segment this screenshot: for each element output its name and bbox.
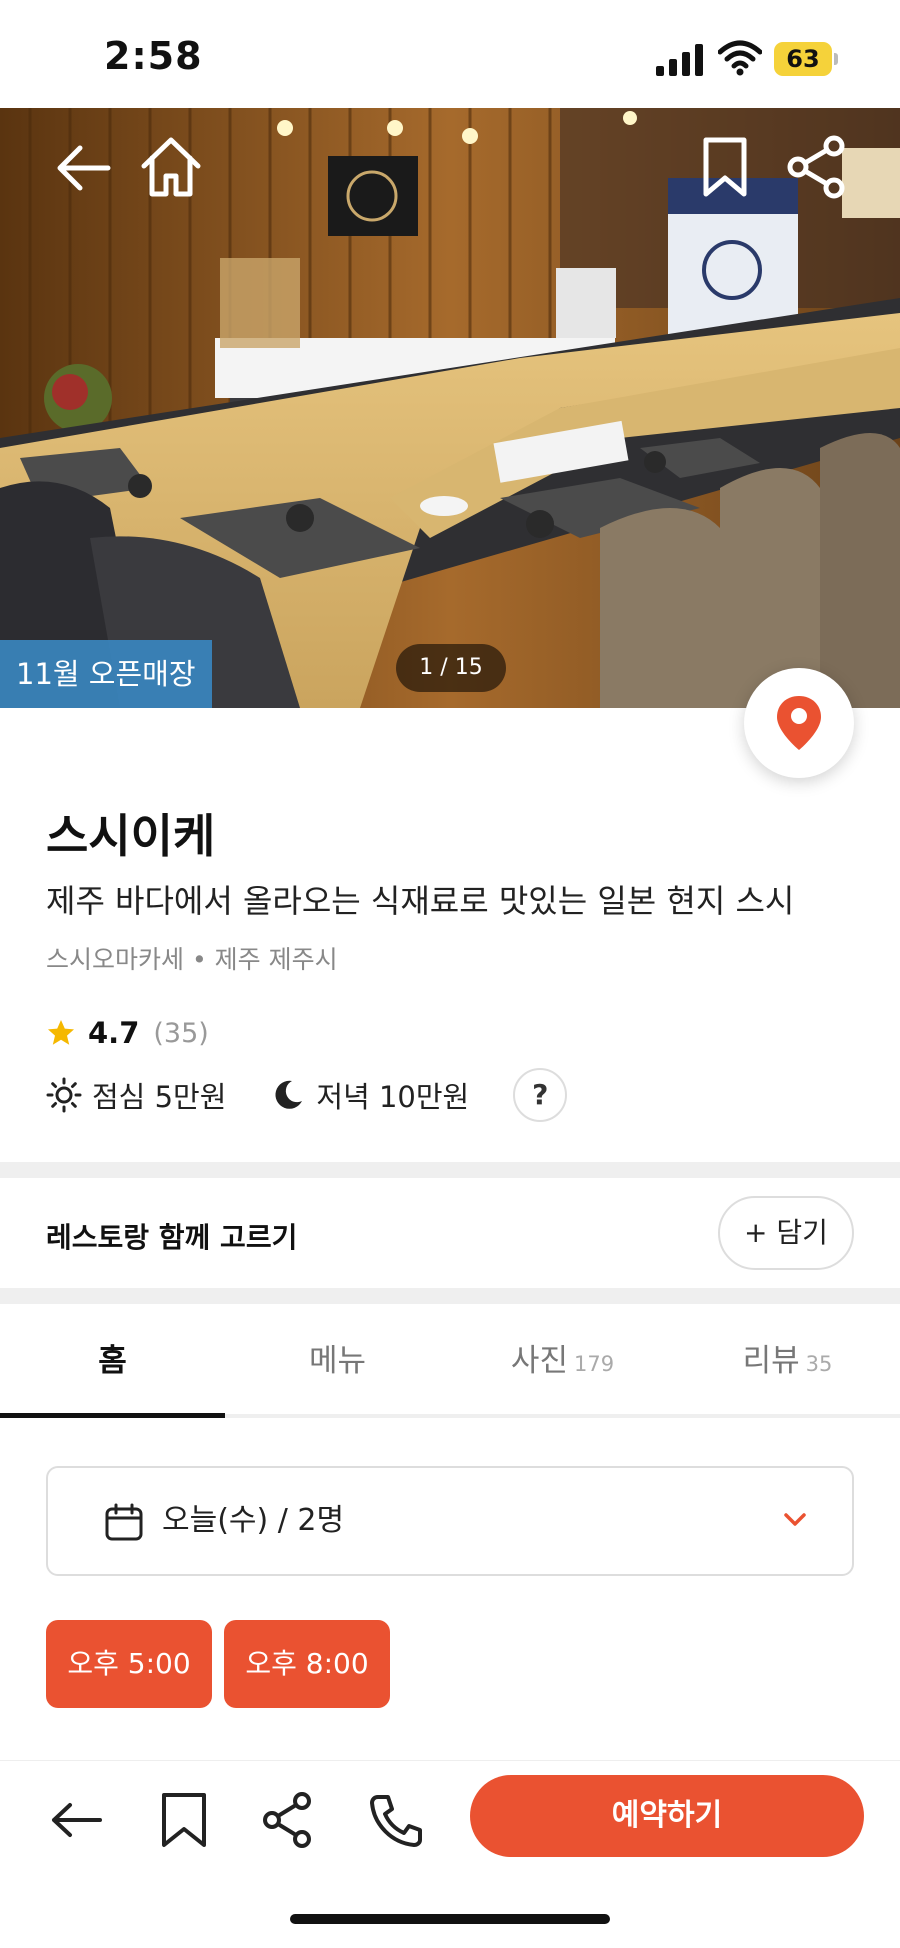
- tab-count: 179: [573, 1352, 615, 1376]
- photo-counter: 1 / 15: [396, 644, 506, 692]
- tab-photos[interactable]: 사진 179: [450, 1304, 675, 1418]
- hero-photo-carousel[interactable]: 11월 오픈매장 1 / 15: [0, 108, 900, 708]
- bookmark-button[interactable]: [156, 1791, 212, 1849]
- bookmark-icon: [162, 1793, 206, 1847]
- dinner-price: 저녁 10만원: [270, 1074, 469, 1116]
- reserve-button[interactable]: 예약하기: [470, 1775, 864, 1857]
- status-time: 2:58: [104, 34, 203, 78]
- back-arrow-icon: [57, 145, 111, 191]
- battery-level: 63: [786, 45, 820, 73]
- tab-home[interactable]: 홈: [0, 1304, 225, 1418]
- compare-section: 레스토랑 함께 고르기 + 담기: [0, 1178, 900, 1288]
- cellular-signal-icon: [656, 44, 703, 76]
- time-slot-button[interactable]: 오후 5:00: [46, 1620, 212, 1708]
- wifi-icon: [718, 40, 762, 76]
- back-button[interactable]: [48, 132, 118, 202]
- price-row: 점심 5만원 저녁 10만원 ?: [46, 1068, 568, 1122]
- tab-label: 홈: [98, 1343, 127, 1379]
- chevron-down-icon: [784, 1513, 806, 1526]
- rating-score: 4.7: [88, 1016, 140, 1050]
- tab-reviews[interactable]: 리뷰 35: [675, 1304, 900, 1418]
- price-help-button[interactable]: ?: [513, 1068, 568, 1122]
- add-to-compare-button[interactable]: + 담기: [718, 1196, 854, 1270]
- status-bar: 2:58 63: [0, 0, 900, 108]
- tab-label: 메뉴: [308, 1343, 367, 1379]
- time-slot-button[interactable]: 오후 8:00: [224, 1620, 390, 1708]
- share-icon: [263, 1792, 311, 1848]
- tab-bar: 홈 메뉴 사진 179 리뷰 35: [0, 1304, 900, 1418]
- restaurant-description: 제주 바다에서 올라오는 식재료로 맛있는 일본 현지 스시: [46, 882, 795, 920]
- share-button[interactable]: [260, 1791, 316, 1849]
- calendar-icon: [105, 1503, 143, 1541]
- map-pin-icon: [777, 696, 821, 750]
- restaurant-category-location: 스시오마카세 • 제주 제주시: [46, 945, 338, 974]
- section-divider: [0, 1162, 900, 1178]
- moon-icon: [275, 1080, 303, 1109]
- compare-label: 레스토랑 함께 고르기: [46, 1221, 298, 1254]
- rating-count: (35): [153, 1017, 209, 1049]
- tab-label: 사진: [510, 1343, 568, 1379]
- lunch-price: 점심 5만원: [46, 1074, 226, 1116]
- share-button[interactable]: [782, 132, 852, 202]
- dinner-price-text: 저녁 10만원: [316, 1080, 470, 1114]
- lunch-price-text: 점심 5만원: [92, 1080, 227, 1114]
- tab-label: 리뷰: [742, 1343, 800, 1379]
- bookmark-button[interactable]: [690, 132, 760, 202]
- rating-row[interactable]: 4.7 (35): [46, 1016, 209, 1050]
- back-button[interactable]: [48, 1791, 104, 1849]
- restaurant-name: 스시이케: [46, 809, 216, 863]
- tab-count: 35: [805, 1352, 833, 1376]
- battery-indicator: 63: [774, 42, 838, 76]
- date-selector-value: 오늘(수) / 2명: [162, 1503, 345, 1538]
- section-divider: [0, 1288, 900, 1304]
- restaurant-photo: [0, 108, 900, 708]
- back-arrow-icon: [52, 1803, 102, 1837]
- home-indicator: [290, 1914, 610, 1924]
- sun-icon: [46, 1077, 82, 1113]
- call-button[interactable]: [368, 1791, 424, 1849]
- map-button[interactable]: [744, 668, 854, 778]
- star-icon: [48, 1020, 74, 1045]
- bookmark-icon: [703, 137, 747, 197]
- date-party-selector[interactable]: 오늘(수) / 2명: [46, 1466, 854, 1576]
- tab-menu[interactable]: 메뉴: [225, 1304, 450, 1418]
- open-badge: 11월 오픈매장: [0, 640, 212, 708]
- home-icon: [141, 137, 201, 197]
- share-icon: [787, 135, 845, 199]
- phone-icon: [370, 1795, 422, 1847]
- home-button[interactable]: [136, 132, 206, 202]
